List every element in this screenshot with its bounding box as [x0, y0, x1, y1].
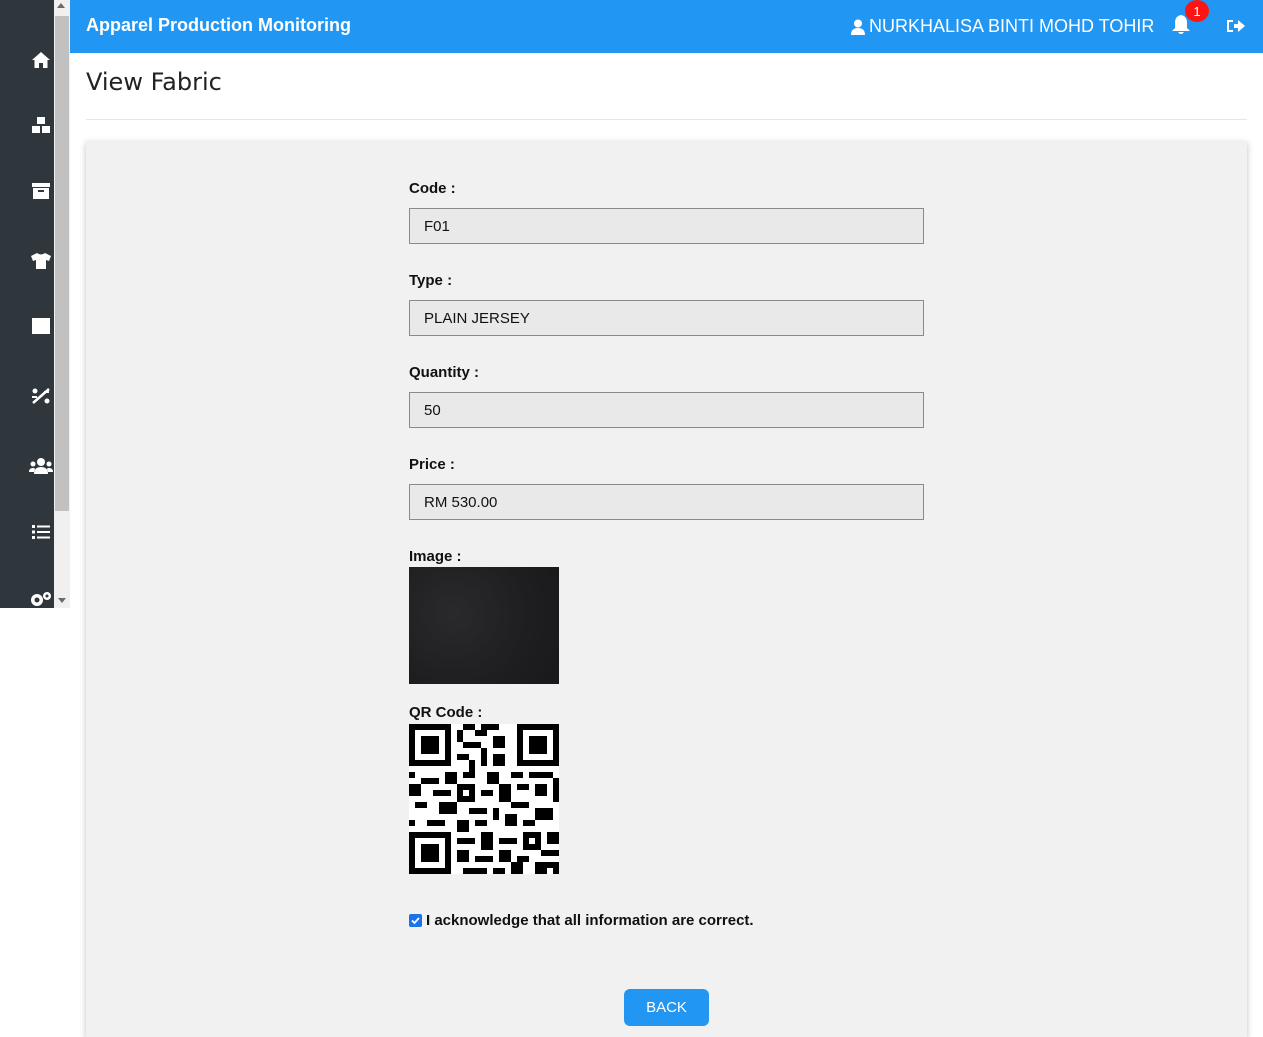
- image-label: Image :: [409, 548, 462, 565]
- user-name: NURKHALISA BINTI MOHD TOHIR: [869, 16, 1155, 36]
- top-header: Apparel Production Monitoring NURKHALISA…: [70, 0, 1263, 53]
- scroll-up-icon[interactable]: [57, 3, 65, 8]
- logout-icon[interactable]: [1226, 16, 1246, 36]
- archive-icon[interactable]: [26, 176, 56, 206]
- home-icon[interactable]: [26, 45, 56, 75]
- price-field[interactable]: RM 530.00: [409, 484, 924, 520]
- user-icon: [851, 19, 865, 35]
- notification-badge[interactable]: 1: [1185, 0, 1209, 22]
- sidebar: [0, 0, 70, 608]
- acknowledge-label: I acknowledge that all information are c…: [426, 912, 754, 929]
- quantity-field[interactable]: 50: [409, 392, 924, 428]
- title-divider: [86, 119, 1247, 120]
- code-label: Code :: [409, 180, 456, 197]
- tshirt-icon[interactable]: [26, 246, 56, 276]
- back-button[interactable]: BACK: [624, 989, 709, 1026]
- qr-label: QR Code :: [409, 704, 483, 721]
- quantity-label: Quantity :: [409, 364, 479, 381]
- acknowledge-checkbox[interactable]: [409, 914, 422, 927]
- fabric-card: [86, 141, 1247, 1037]
- user-menu[interactable]: NURKHALISA BINTI MOHD TOHIR: [851, 16, 1154, 37]
- list-icon[interactable]: [26, 517, 56, 547]
- chart-icon[interactable]: [26, 381, 56, 411]
- scroll-down-icon[interactable]: [58, 598, 66, 603]
- boxes-icon[interactable]: [26, 110, 56, 140]
- app-brand[interactable]: Apparel Production Monitoring: [86, 15, 351, 36]
- page-title: View Fabric: [86, 68, 222, 96]
- acknowledge-row: I acknowledge that all information are c…: [409, 912, 754, 929]
- code-field[interactable]: F01: [409, 208, 924, 244]
- sidebar-scroll-thumb[interactable]: [55, 16, 69, 511]
- type-field[interactable]: PLAIN JERSEY: [409, 300, 924, 336]
- users-icon[interactable]: [26, 451, 56, 481]
- fabric-image: [409, 567, 559, 684]
- square-icon[interactable]: [26, 311, 56, 341]
- qr-code-image: [409, 724, 559, 874]
- price-label: Price :: [409, 456, 455, 473]
- type-label: Type :: [409, 272, 453, 289]
- settings-icon[interactable]: [26, 584, 56, 614]
